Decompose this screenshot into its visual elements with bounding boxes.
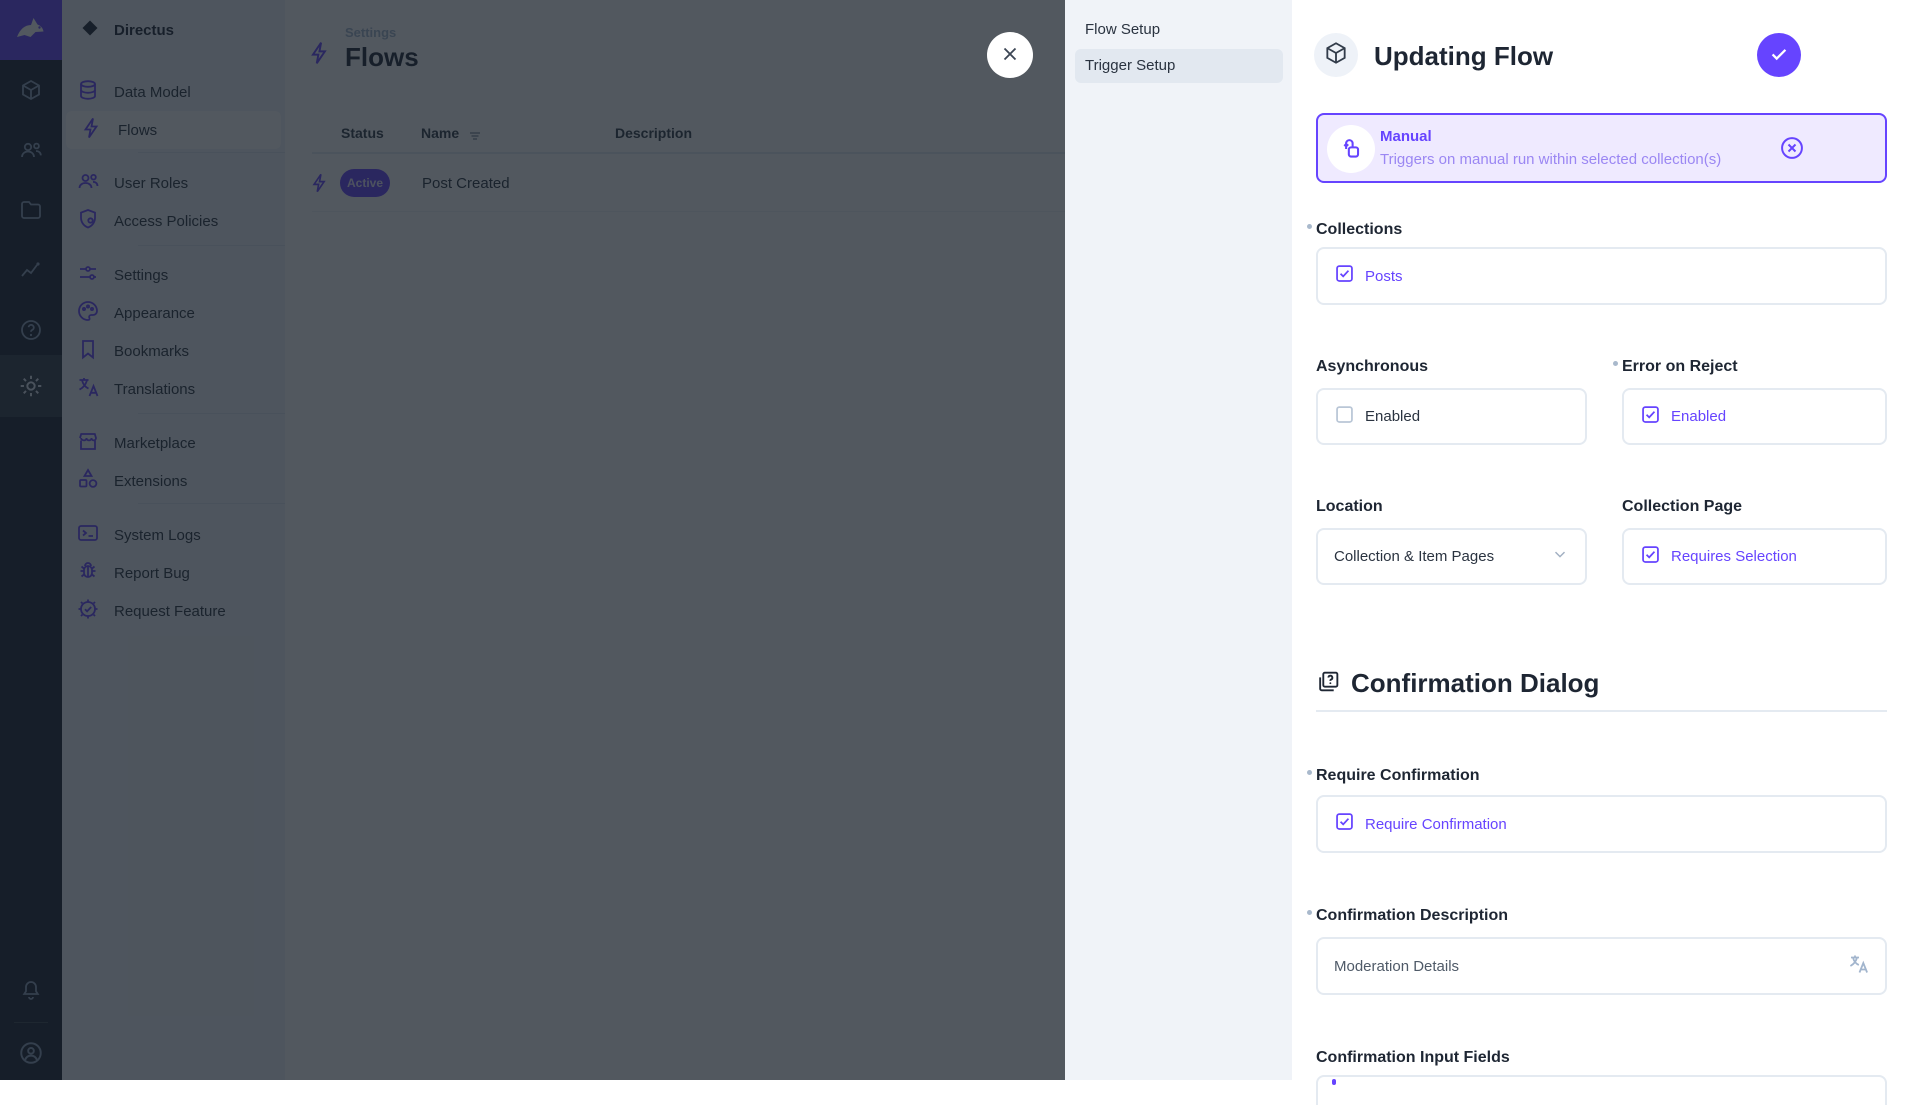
field-label-asynchronous: Asynchronous	[1316, 358, 1428, 376]
collections-option-posts: Posts	[1365, 268, 1403, 285]
require-confirmation-checkbox[interactable]: Require Confirmation	[1316, 795, 1887, 853]
tap-hand-icon	[1327, 125, 1375, 173]
check-icon	[1768, 43, 1790, 68]
checkbox-checked-icon[interactable]	[1640, 404, 1661, 430]
drawer-close-button[interactable]	[987, 32, 1033, 78]
save-button[interactable]	[1757, 33, 1801, 77]
collection-page-checkbox-label: Requires Selection	[1671, 548, 1797, 565]
confirmation-description-input[interactable]: Moderation Details	[1316, 937, 1887, 995]
drawer: Updating Flow Manual Triggers on manual …	[1292, 0, 1920, 1080]
chevron-down-icon	[1551, 545, 1569, 568]
error-on-reject-checkbox-label: Enabled	[1671, 408, 1726, 425]
checkbox-checked-icon[interactable]	[1640, 544, 1661, 570]
location-select-value: Collection & Item Pages	[1334, 548, 1494, 565]
confirmation-description-value: Moderation Details	[1334, 958, 1459, 975]
drawer-nav-trigger-setup[interactable]: Trigger Setup	[1075, 49, 1283, 83]
dialog-icon	[1316, 669, 1341, 699]
checkbox-unchecked-icon[interactable]	[1334, 404, 1355, 430]
error-on-reject-checkbox[interactable]: Enabled	[1622, 388, 1887, 445]
collection-page-checkbox[interactable]: Requires Selection	[1622, 528, 1887, 585]
checkbox-checked-icon[interactable]	[1334, 811, 1355, 837]
section-title: Confirmation Dialog	[1351, 668, 1599, 699]
field-label-collections: Collections	[1316, 221, 1402, 239]
section-divider	[1316, 710, 1887, 712]
field-label-location: Location	[1316, 498, 1383, 516]
asynchronous-checkbox[interactable]: Enabled	[1316, 388, 1587, 445]
trigger-card-subtitle: Triggers on manual run within selected c…	[1380, 151, 1721, 168]
drawer-nav-flow-setup[interactable]: Flow Setup	[1065, 10, 1292, 50]
collections-checkbox-group[interactable]: Posts	[1316, 247, 1887, 305]
remove-trigger-button[interactable]	[1778, 134, 1806, 162]
field-label-collection-page: Collection Page	[1622, 498, 1742, 516]
field-label-error-on-reject: Error on Reject	[1622, 358, 1738, 376]
drawer-header-chip	[1314, 33, 1358, 77]
field-label-require-confirmation: Require Confirmation	[1316, 767, 1480, 785]
checkbox-checked-icon[interactable]	[1334, 263, 1355, 289]
circled-x-icon	[1778, 150, 1806, 165]
field-label-confirmation-description: Confirmation Description	[1316, 907, 1508, 925]
location-select[interactable]: Collection & Item Pages	[1316, 528, 1587, 585]
asynchronous-checkbox-label: Enabled	[1365, 408, 1420, 425]
drawer-side-nav: Flow Setup Trigger Setup	[1065, 0, 1292, 1080]
section-header: Confirmation Dialog	[1316, 668, 1599, 699]
trigger-card-manual[interactable]: Manual Triggers on manual run within sel…	[1316, 113, 1887, 183]
require-confirmation-checkbox-label: Require Confirmation	[1365, 816, 1507, 833]
cube-icon	[1323, 40, 1349, 71]
modal-overlay[interactable]	[0, 0, 1065, 1080]
close-x-icon	[999, 43, 1021, 68]
translate-icon[interactable]	[1847, 952, 1871, 981]
field-label-confirmation-input-fields: Confirmation Input Fields	[1316, 1049, 1510, 1067]
drawer-title: Updating Flow	[1374, 41, 1553, 72]
trigger-card-title: Manual	[1380, 128, 1432, 145]
